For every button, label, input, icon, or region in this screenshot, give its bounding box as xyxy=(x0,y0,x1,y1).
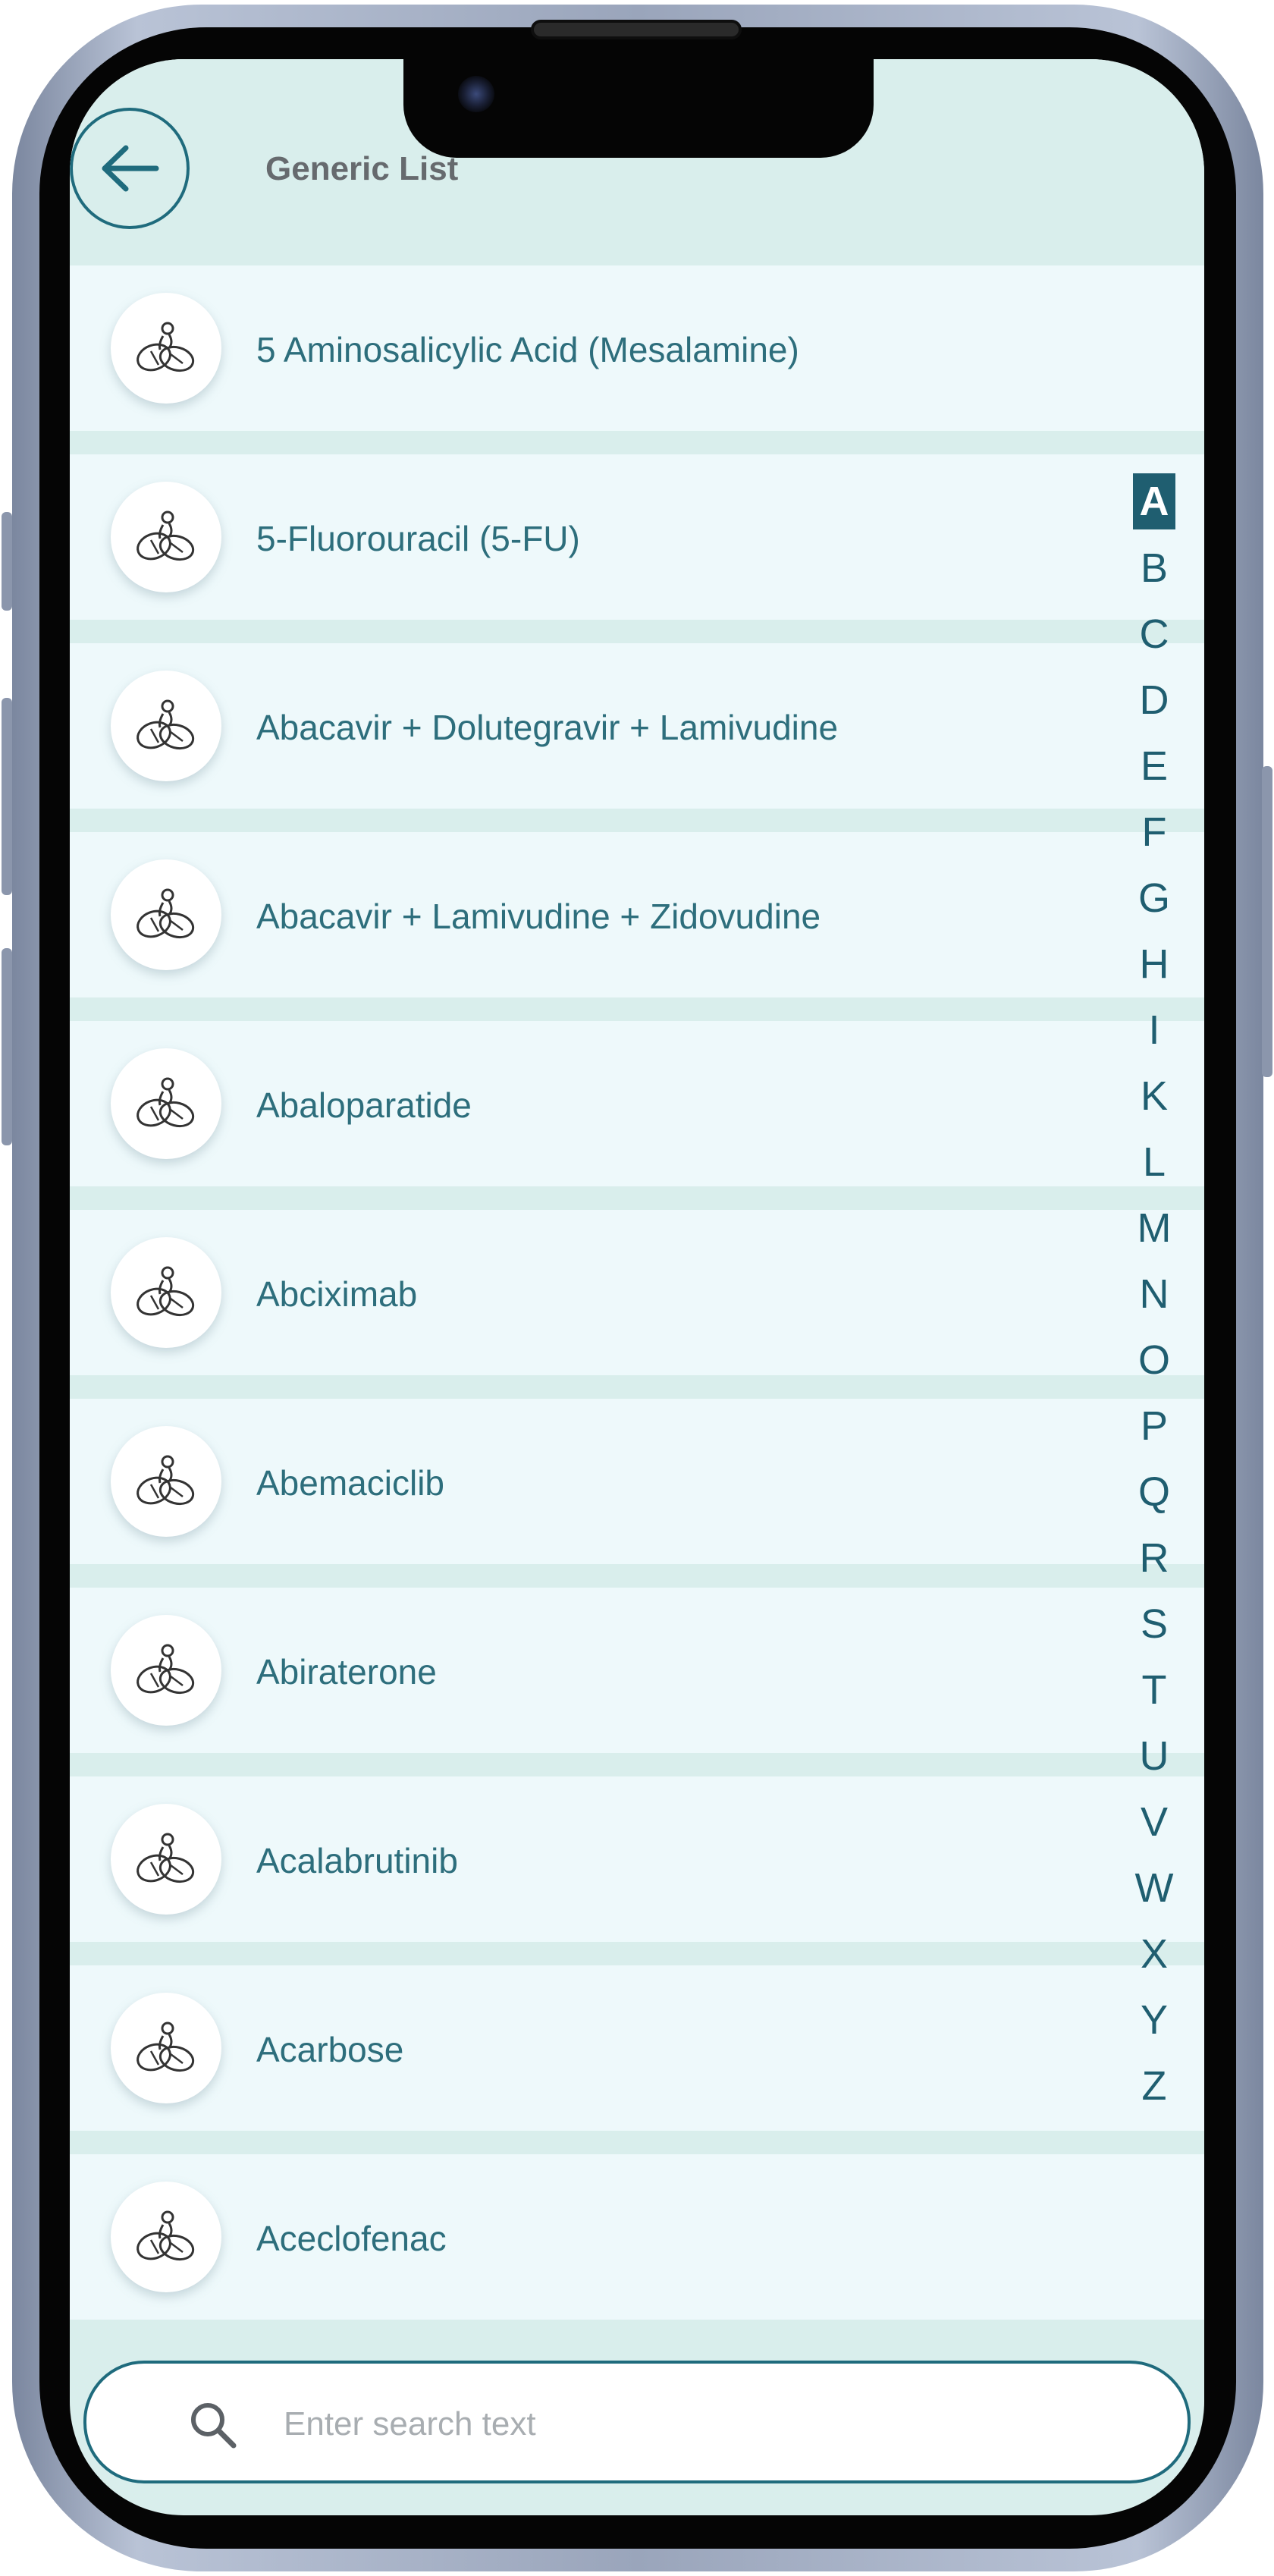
medicine-pills-icon xyxy=(111,859,221,970)
list-item[interactable]: Abciximab xyxy=(70,1210,1204,1375)
power-button xyxy=(1262,766,1272,1077)
alphabet-letter-z[interactable]: Z xyxy=(1133,2053,1175,2119)
silent-switch xyxy=(2,512,12,611)
alphabet-letter-h[interactable]: H xyxy=(1133,931,1175,997)
alphabet-letter-v[interactable]: V xyxy=(1133,1789,1175,1855)
alphabet-letter-d[interactable]: D xyxy=(1133,667,1175,733)
alphabet-letter-e[interactable]: E xyxy=(1133,733,1175,799)
notch xyxy=(403,59,874,158)
alphabet-letter-w[interactable]: W xyxy=(1133,1855,1175,1921)
list-item-label: Acarbose xyxy=(256,2030,404,2069)
medicine-pills-icon xyxy=(111,671,221,781)
list-item[interactable]: Abemaciclib xyxy=(70,1399,1204,1564)
list-item[interactable]: Abacavir + Dolutegravir + Lamivudine xyxy=(70,643,1204,809)
medicine-pills-icon xyxy=(111,1804,221,1915)
list-item-label: Abemaciclib xyxy=(256,1463,444,1503)
list-item[interactable]: 5-Fluorouracil (5-FU) xyxy=(70,454,1204,620)
list-item[interactable]: Abiraterone xyxy=(70,1588,1204,1753)
alphabet-letter-b[interactable]: B xyxy=(1133,535,1175,601)
alphabet-letter-p[interactable]: P xyxy=(1133,1393,1175,1459)
medicine-pills-icon xyxy=(111,1237,221,1348)
list-item-label: 5-Fluorouracil (5-FU) xyxy=(256,519,580,558)
alphabet-letter-y[interactable]: Y xyxy=(1133,1987,1175,2053)
app-screen: Generic List 5 Aminosalicylic Acid (Mesa… xyxy=(70,59,1204,2515)
alphabet-letter-n[interactable]: N xyxy=(1133,1261,1175,1327)
medicine-pills-icon xyxy=(111,482,221,592)
volume-up-button xyxy=(2,698,12,895)
page-title: Generic List xyxy=(265,150,459,187)
list-item[interactable]: Abaloparatide xyxy=(70,1021,1204,1186)
alphabet-letter-a[interactable]: A xyxy=(1133,473,1175,529)
list-item[interactable]: Aceclofenac xyxy=(70,2154,1204,2320)
arrow-left-icon xyxy=(102,145,159,192)
medicine-pills-icon xyxy=(111,293,221,404)
search-input[interactable] xyxy=(284,2395,1133,2453)
alphabet-letter-i[interactable]: I xyxy=(1133,997,1175,1063)
alphabet-letter-m[interactable]: M xyxy=(1133,1195,1175,1261)
list-item-label: Abaloparatide xyxy=(256,1085,472,1125)
back-button[interactable] xyxy=(70,108,190,229)
list-item-label: Acalabrutinib xyxy=(256,1841,458,1880)
front-camera-icon xyxy=(458,76,494,112)
medicine-pills-icon xyxy=(111,1615,221,1726)
list-item-label: 5 Aminosalicylic Acid (Mesalamine) xyxy=(256,330,799,369)
medicine-pills-icon xyxy=(111,2182,221,2292)
list-item[interactable]: Acarbose xyxy=(70,1965,1204,2131)
volume-down-button xyxy=(2,948,12,1145)
alphabet-letter-t[interactable]: T xyxy=(1133,1657,1175,1723)
list-item-label: Abacavir + Lamivudine + Zidovudine xyxy=(256,897,821,936)
alphabet-letter-l[interactable]: L xyxy=(1133,1129,1175,1195)
alphabet-letter-o[interactable]: O xyxy=(1133,1327,1175,1393)
alphabet-letter-f[interactable]: F xyxy=(1133,799,1175,865)
list-item[interactable]: 5 Aminosalicylic Acid (Mesalamine) xyxy=(70,265,1204,431)
list-item-label: Abciximab xyxy=(256,1274,418,1314)
alphabet-index[interactable]: ABCDEFGHIKLMNOPQRSTUVWXYZ xyxy=(1130,469,1178,2119)
search-icon xyxy=(191,2403,237,2449)
search-bar xyxy=(83,2361,1191,2483)
alphabet-letter-r[interactable]: R xyxy=(1133,1525,1175,1591)
medicine-pills-icon xyxy=(111,1048,221,1159)
medicine-pills-icon xyxy=(111,1993,221,2103)
alphabet-letter-k[interactable]: K xyxy=(1133,1063,1175,1129)
earpiece-speaker xyxy=(531,20,742,39)
list-item[interactable]: Acalabrutinib xyxy=(70,1776,1204,1942)
alphabet-letter-g[interactable]: G xyxy=(1133,865,1175,931)
alphabet-letter-c[interactable]: C xyxy=(1133,601,1175,667)
list-item[interactable]: Abacavir + Lamivudine + Zidovudine xyxy=(70,832,1204,997)
alphabet-letter-u[interactable]: U xyxy=(1133,1723,1175,1789)
list-item-label: Abiraterone xyxy=(256,1652,437,1692)
medicine-pills-icon xyxy=(111,1426,221,1537)
list-item-label: Aceclofenac xyxy=(256,2219,447,2258)
alphabet-letter-q[interactable]: Q xyxy=(1133,1459,1175,1525)
alphabet-letter-x[interactable]: X xyxy=(1133,1921,1175,1987)
alphabet-letter-s[interactable]: S xyxy=(1133,1591,1175,1657)
list-item-label: Abacavir + Dolutegravir + Lamivudine xyxy=(256,708,839,747)
